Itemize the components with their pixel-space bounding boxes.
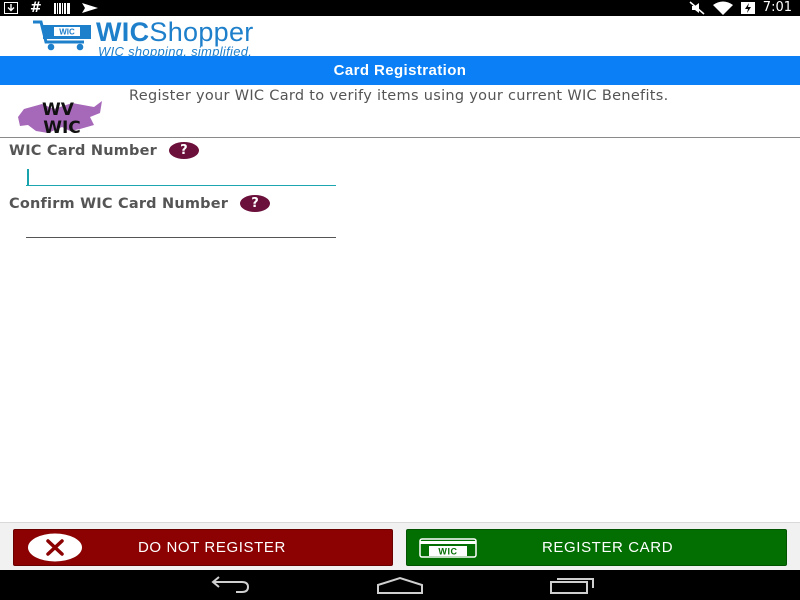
wic-card-number-label: WIC Card Number ? (9, 142, 200, 159)
wic-card-number-input[interactable] (26, 162, 336, 186)
register-card-button[interactable]: WIC REGISTER CARD (406, 529, 787, 566)
recent-apps-icon (550, 578, 594, 594)
text-cursor (27, 169, 29, 185)
hash-icon: # (30, 0, 42, 16)
battery-charging-icon (740, 0, 755, 16)
mute-icon (689, 0, 705, 16)
status-bar: # 7:01 (0, 0, 800, 16)
confirm-wic-card-number-label-text: Confirm WIC Card Number (9, 195, 229, 212)
cancel-x-icon (28, 533, 82, 562)
clock: 7:01 (762, 0, 792, 15)
do-not-register-button[interactable]: DO NOT REGISTER (13, 529, 393, 566)
svg-text:WIC: WIC (59, 28, 75, 37)
info-section: WV WIC Register your WIC Card to verify … (0, 85, 800, 138)
navigation-bar (0, 570, 800, 600)
shopping-cart-icon: WIC (33, 20, 91, 51)
wic-card-number-label-text: WIC Card Number (9, 142, 158, 159)
logo-brand: WICShopper (96, 17, 254, 47)
confirm-wic-card-number-input[interactable] (26, 214, 336, 238)
wv-wic-logo: WV WIC (18, 100, 102, 135)
register-card-label: REGISTER CARD (542, 539, 674, 556)
info-text: Register your WIC Card to verify items u… (129, 88, 669, 104)
status-bar-right: 7:01 (689, 0, 792, 16)
svg-text:WIC: WIC (438, 547, 457, 557)
home-button[interactable] (376, 574, 424, 596)
download-icon (4, 0, 18, 16)
help-icon[interactable]: ? (169, 142, 200, 159)
home-icon (377, 576, 423, 594)
action-bar: DO NOT REGISTER WIC REGISTER CARD (0, 522, 800, 570)
do-not-register-label: DO NOT REGISTER (138, 539, 286, 556)
svg-text:WV: WV (42, 100, 75, 120)
send-icon (81, 0, 98, 16)
page-title: Card Registration (333, 62, 467, 79)
barcode-icon (53, 0, 70, 16)
title-bar: Card Registration (0, 56, 800, 85)
help-icon[interactable]: ? (240, 195, 271, 212)
wic-shopper-logo: WIC WICShopper WIC shopping, simplified. (32, 18, 254, 58)
back-button[interactable] (206, 574, 252, 596)
wic-card-icon: WIC (419, 538, 477, 558)
status-bar-left: # (4, 0, 98, 16)
logo-text: WICShopper WIC shopping, simplified. (96, 18, 254, 58)
wifi-icon (712, 0, 733, 16)
svg-text:WIC: WIC (43, 118, 81, 135)
back-arrow-icon (211, 576, 250, 593)
app-header: WIC WICShopper WIC shopping, simplified. (0, 16, 800, 58)
recent-apps-button[interactable] (549, 574, 595, 596)
confirm-wic-card-number-label: Confirm WIC Card Number ? (9, 195, 271, 212)
